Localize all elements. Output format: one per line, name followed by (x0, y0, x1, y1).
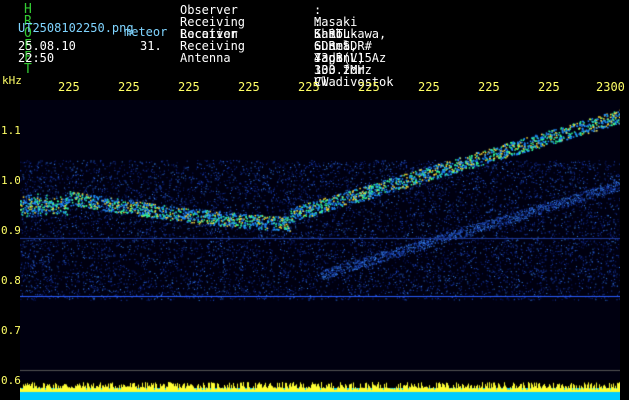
x-tick: 225 (178, 80, 200, 94)
x-tick: 225 (118, 80, 140, 94)
signal-level-bar (20, 380, 620, 400)
y-tick: 1.1 (1, 124, 21, 137)
y-tick: 0.6 (1, 374, 21, 387)
timestamp-label: 25.08.10 22:50 (18, 39, 76, 65)
x-tick: 225 (358, 80, 380, 94)
y-axis-ticks: 1.1 1.0 0.9 0.8 0.7 0.6 (0, 100, 21, 400)
count-label: 31. (140, 39, 162, 53)
signal-level-image (20, 380, 620, 400)
y-tick: 0.8 (1, 274, 21, 287)
spectrogram-image (20, 100, 620, 380)
x-tick: 225 (478, 80, 500, 94)
x-tick: 225 (418, 80, 440, 94)
spectrogram-canvas (20, 100, 620, 380)
x-tick: 225 (298, 80, 320, 94)
y-tick: 1.0 (1, 174, 21, 187)
x-axis-ticks: 225 225 225 225 225 225 225 225 225 2300 (0, 78, 629, 96)
meteor-label: meteor (124, 25, 168, 39)
x-tick: 225 (238, 80, 260, 94)
x-tick: 2300 (596, 80, 625, 94)
field-label-antenna: Receiving Antenna (180, 39, 246, 65)
x-tick: 225 (58, 80, 80, 94)
y-tick: 0.9 (1, 224, 21, 237)
x-tick: 225 (538, 80, 560, 94)
y-tick: 0.7 (1, 324, 21, 337)
filename-label: UT2508102250.png (18, 21, 134, 35)
